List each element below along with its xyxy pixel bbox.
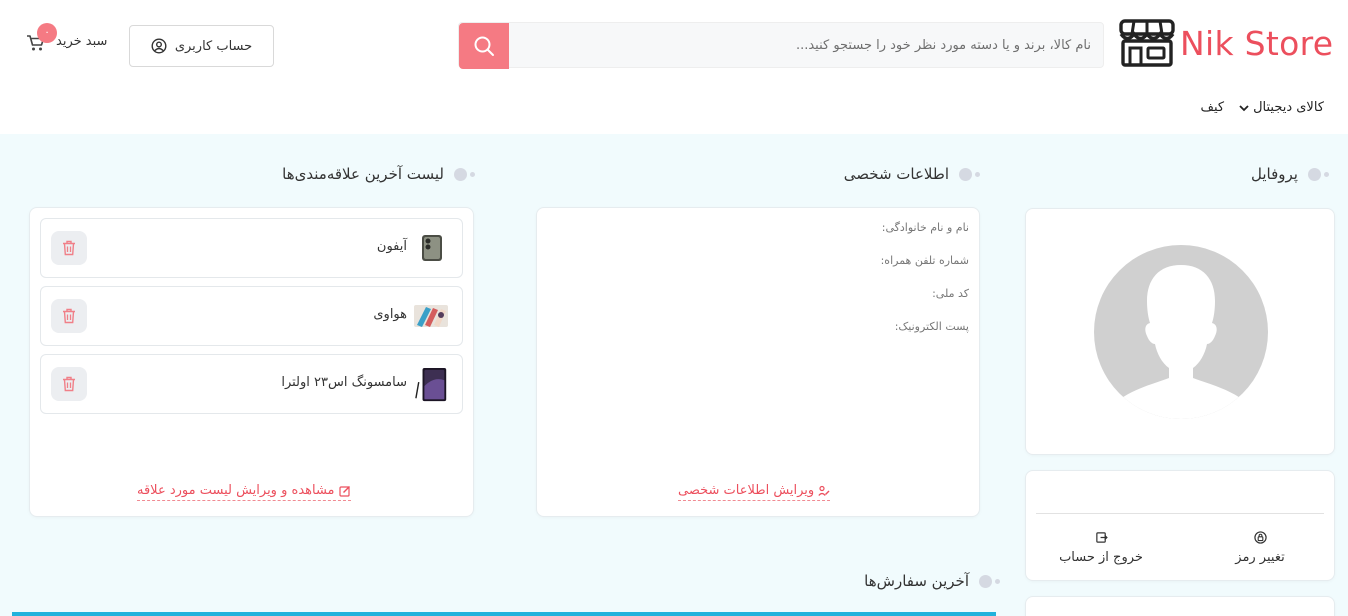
account-actions-card: تغییر رمز خروج از حساب — [1025, 470, 1335, 581]
favorites-card: آیفون هواوی سامسونگ اس۲۳ اولترا مشاهده و… — [29, 207, 474, 517]
edit-favorites-link[interactable]: مشاهده و ویرایش لیست مورد علاقه — [137, 483, 351, 501]
favorite-name: آیفون — [376, 239, 407, 254]
edit-personal-info-link[interactable]: ویرایش اطلاعات شخصی — [678, 483, 831, 501]
favorite-item[interactable]: هواوی — [40, 286, 463, 346]
logout-icon — [1095, 532, 1108, 543]
personal-info-card: نام و نام خانوادگی: شماره تلفن همراه: کد… — [536, 207, 980, 517]
nav-item-bag[interactable]: کیف — [1200, 100, 1224, 115]
title-dots — [1308, 167, 1329, 181]
search-input[interactable] — [511, 23, 1101, 67]
favorite-name: هواوی — [373, 307, 407, 322]
orders-table-header — [12, 612, 996, 616]
store-icon — [1119, 19, 1175, 67]
account-label: حساب کاربری — [174, 38, 253, 54]
profile-title: پروفایل — [1251, 165, 1329, 183]
cart-label: سبد خرید — [56, 34, 108, 49]
favorite-item[interactable]: آیفون — [40, 218, 463, 278]
search-button[interactable] — [459, 23, 509, 69]
iphone-thumbnail-icon — [422, 235, 442, 261]
divider — [1036, 513, 1324, 514]
profile-card — [1025, 208, 1335, 455]
brand-name: Nik Store — [1180, 24, 1334, 63]
nav-item-digital[interactable]: کالای دیجیتال — [1238, 100, 1324, 115]
national-code-field: کد ملی: — [932, 287, 969, 300]
favorite-name: سامسونگ اس۲۳ اولترا — [281, 375, 407, 390]
nav-item-label: کالای دیجیتال — [1253, 100, 1324, 115]
trash-icon — [63, 376, 75, 392]
favorites-title: لیست آخرین علاقه‌مندی‌ها — [282, 165, 475, 183]
personal-info-title: اطلاعات شخصی — [844, 165, 980, 183]
nav-item-label: کیف — [1200, 100, 1225, 115]
profile-extra-card — [1025, 596, 1335, 616]
chevron-down-icon — [1239, 104, 1249, 111]
samsung-thumbnail-icon — [415, 367, 447, 402]
site-header: Nik Store حساب کاربری سبد خرید ۰ کالای د — [0, 0, 1348, 134]
mobile-field: شماره تلفن همراه: — [880, 254, 969, 267]
cart-count-badge: ۰ — [37, 23, 57, 43]
edit-favorites-label: مشاهده و ویرایش لیست مورد علاقه — [137, 483, 335, 498]
edit-icon — [338, 485, 350, 497]
full-name-field: نام و نام خانوادگی: — [881, 221, 969, 234]
account-button[interactable]: حساب کاربری — [129, 25, 274, 67]
title-dots — [979, 574, 1000, 588]
huawei-thumbnail-icon — [414, 305, 448, 327]
change-password-label: تغییر رمز — [1235, 550, 1285, 565]
delete-favorite-button[interactable] — [51, 231, 87, 265]
user-circle-icon — [151, 38, 167, 54]
change-password-button[interactable]: تغییر رمز — [1222, 531, 1298, 565]
search-icon — [474, 36, 494, 56]
lock-icon — [1253, 531, 1267, 544]
delete-favorite-button[interactable] — [51, 299, 87, 333]
search-bar — [458, 22, 1104, 69]
cart-button[interactable]: سبد خرید ۰ — [26, 22, 118, 58]
edit-personal-info-label: ویرایش اطلاعات شخصی — [678, 483, 815, 498]
delete-favorite-button[interactable] — [51, 367, 87, 401]
title-dots — [959, 167, 980, 181]
title-dots — [454, 167, 475, 181]
avatar — [1094, 245, 1268, 419]
logout-button[interactable]: خروج از حساب — [1056, 531, 1146, 565]
trash-icon — [63, 308, 75, 324]
favorite-item[interactable]: سامسونگ اس۲۳ اولترا — [40, 354, 463, 414]
email-field: پست الکترونیک: — [894, 320, 969, 333]
orders-title: آخرین سفارش‌ها — [864, 572, 1000, 590]
site-logo[interactable]: Nik Store — [1118, 18, 1338, 70]
logout-label: خروج از حساب — [1059, 550, 1143, 565]
trash-icon — [63, 240, 75, 256]
main-nav: کالای دیجیتال کیف — [1200, 100, 1324, 115]
user-edit-icon — [818, 485, 830, 496]
